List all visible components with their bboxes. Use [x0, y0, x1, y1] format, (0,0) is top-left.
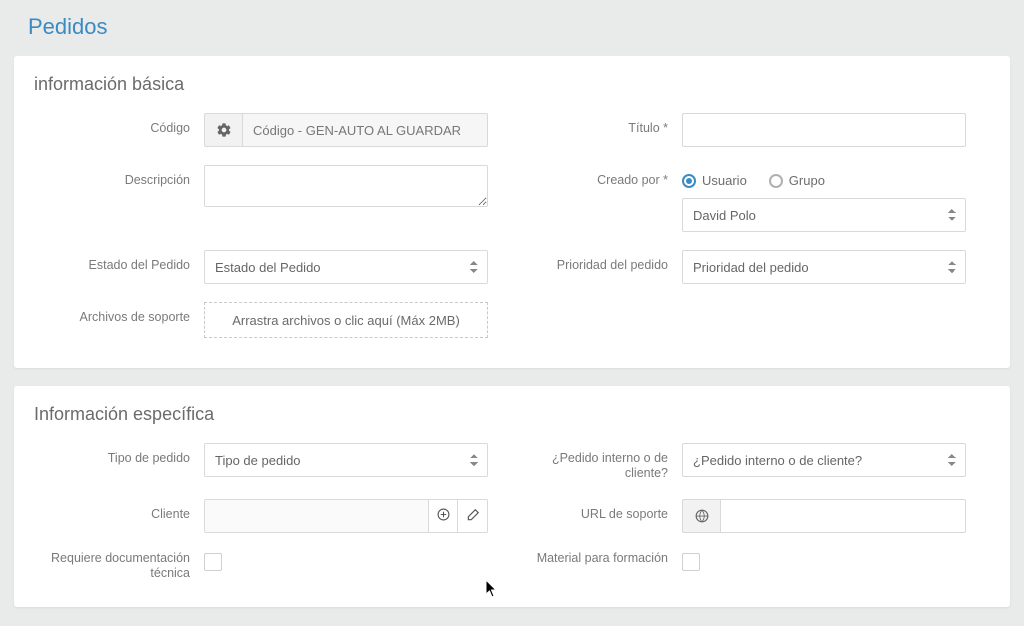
panel-specific-info: Información específica Tipo de pedido Ti…: [14, 386, 1010, 607]
file-dropzone[interactable]: Arrastra archivos o clic aquí (Máx 2MB): [204, 302, 488, 338]
gears-icon: [204, 113, 242, 147]
radio-usuario-label: Usuario: [702, 173, 747, 188]
radio-circle-icon: [769, 174, 783, 188]
globe-icon: [682, 499, 720, 533]
label-tipo: Tipo de pedido: [34, 443, 204, 466]
codigo-input: Código - GEN-AUTO AL GUARDAR: [242, 113, 488, 147]
cliente-lookup[interactable]: [204, 499, 429, 533]
label-estado: Estado del Pedido: [34, 250, 204, 273]
radio-dot-icon: [682, 174, 696, 188]
tipo-select[interactable]: Tipo de pedido: [204, 443, 488, 477]
label-codigo: Código: [34, 113, 204, 136]
estado-select[interactable]: Estado del Pedido: [204, 250, 488, 284]
dropzone-hint: Arrastra archivos o clic aquí (Máx 2MB): [232, 313, 460, 328]
label-url: URL de soporte: [512, 499, 682, 522]
panel-basic-heading: información básica: [34, 74, 990, 95]
titulo-input[interactable]: [682, 113, 966, 147]
add-button[interactable]: [429, 499, 459, 533]
req-doc-checkbox[interactable]: [204, 553, 222, 571]
radio-grupo[interactable]: Grupo: [769, 173, 825, 188]
label-titulo: Título *: [512, 113, 682, 136]
creado-por-select[interactable]: David Polo: [682, 198, 966, 232]
prioridad-select[interactable]: Prioridad del pedido: [682, 250, 966, 284]
label-material: Material para formación: [512, 551, 682, 566]
clear-button[interactable]: [458, 499, 488, 533]
label-interno: ¿Pedido interno o de cliente?: [512, 443, 682, 481]
label-creado-por: Creado por *: [512, 165, 682, 188]
label-prioridad: Prioridad del pedido: [512, 250, 682, 273]
material-checkbox[interactable]: [682, 553, 700, 571]
plus-circle-icon: [437, 508, 450, 524]
label-cliente: Cliente: [34, 499, 204, 522]
eraser-icon: [466, 508, 480, 525]
panel-specific-heading: Información específica: [34, 404, 990, 425]
creado-por-radio-group: Usuario Grupo: [682, 165, 966, 188]
radio-usuario[interactable]: Usuario: [682, 173, 747, 188]
interno-select[interactable]: ¿Pedido interno o de cliente?: [682, 443, 966, 477]
page-title: Pedidos: [0, 0, 1024, 50]
url-input[interactable]: [720, 499, 966, 533]
label-descripcion: Descripción: [34, 165, 204, 188]
panel-basic-info: información básica Código Código - GEN-A…: [14, 56, 1010, 368]
label-archivos: Archivos de soporte: [34, 302, 204, 325]
label-req-doc: Requiere documentación técnica: [34, 551, 204, 581]
radio-grupo-label: Grupo: [789, 173, 825, 188]
descripcion-textarea[interactable]: [204, 165, 488, 207]
